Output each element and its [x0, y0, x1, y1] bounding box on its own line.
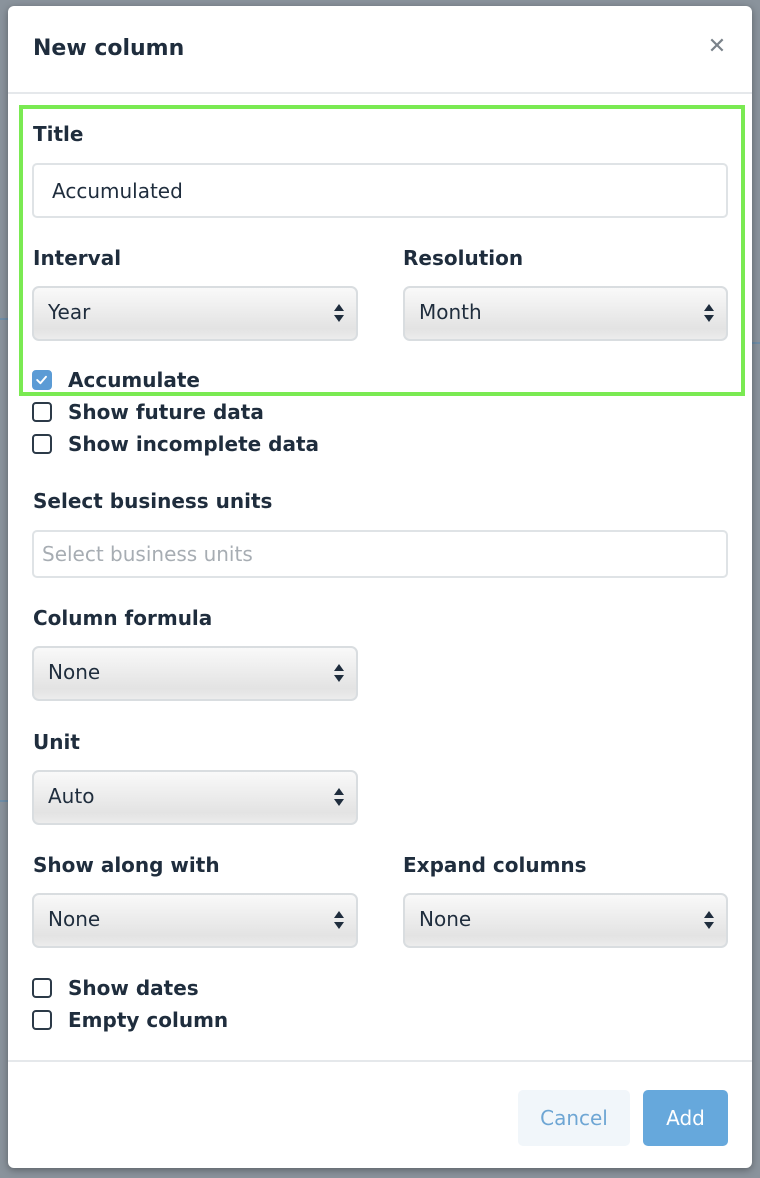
unit-select-value: Auto [48, 784, 95, 808]
select-arrows-icon [704, 304, 714, 322]
title-label: Title [33, 122, 84, 146]
interval-label: Interval [33, 246, 122, 270]
dialog-header: New column ✕ [8, 6, 752, 94]
check-icon [36, 375, 47, 385]
business-units-input[interactable] [32, 530, 728, 578]
show-incomplete-data-label: Show incomplete data [68, 432, 320, 456]
column-formula-select[interactable]: None [32, 646, 358, 701]
empty-column-checkbox[interactable] [32, 1010, 52, 1030]
background-divider [0, 318, 8, 320]
select-arrows-icon [334, 788, 344, 806]
resolution-select[interactable]: Month [403, 286, 728, 341]
background-divider [752, 342, 760, 344]
select-arrows-icon [334, 664, 344, 682]
accumulate-checkbox[interactable] [32, 370, 52, 390]
unit-select[interactable]: Auto [32, 770, 358, 825]
background-divider [0, 800, 8, 802]
show-along-with-select[interactable]: None [32, 893, 358, 948]
expand-columns-label: Expand columns [403, 853, 587, 877]
select-arrows-icon [334, 911, 344, 929]
accumulate-label: Accumulate [68, 368, 200, 392]
show-along-with-label: Show along with [33, 853, 220, 877]
interval-select-value: Year [48, 300, 91, 324]
show-future-data-label: Show future data [68, 400, 264, 424]
title-input[interactable] [32, 163, 728, 218]
show-dates-label: Show dates [68, 976, 199, 1000]
empty-column-label: Empty column [68, 1008, 229, 1032]
add-button[interactable]: Add [643, 1090, 728, 1146]
expand-columns-select[interactable]: None [403, 893, 728, 948]
column-formula-label: Column formula [33, 606, 213, 630]
new-column-dialog: New column ✕ Title Interval Year Resolut… [8, 6, 752, 1168]
resolution-select-value: Month [419, 300, 482, 324]
close-icon[interactable]: ✕ [706, 36, 728, 58]
business-units-label: Select business units [33, 489, 273, 513]
expand-columns-select-value: None [419, 907, 472, 931]
select-arrows-icon [704, 911, 714, 929]
column-formula-select-value: None [48, 660, 101, 684]
show-incomplete-data-checkbox[interactable] [32, 434, 52, 454]
resolution-label: Resolution [403, 246, 524, 270]
cancel-button[interactable]: Cancel [518, 1090, 630, 1146]
show-dates-checkbox[interactable] [32, 978, 52, 998]
unit-label: Unit [33, 730, 80, 754]
select-arrows-icon [334, 304, 344, 322]
highlight-box [19, 105, 745, 396]
show-future-data-checkbox[interactable] [32, 402, 52, 422]
dialog-title: New column [33, 36, 185, 61]
dialog-footer: Cancel Add [8, 1060, 752, 1170]
interval-select[interactable]: Year [32, 286, 358, 341]
show-along-with-select-value: None [48, 907, 101, 931]
